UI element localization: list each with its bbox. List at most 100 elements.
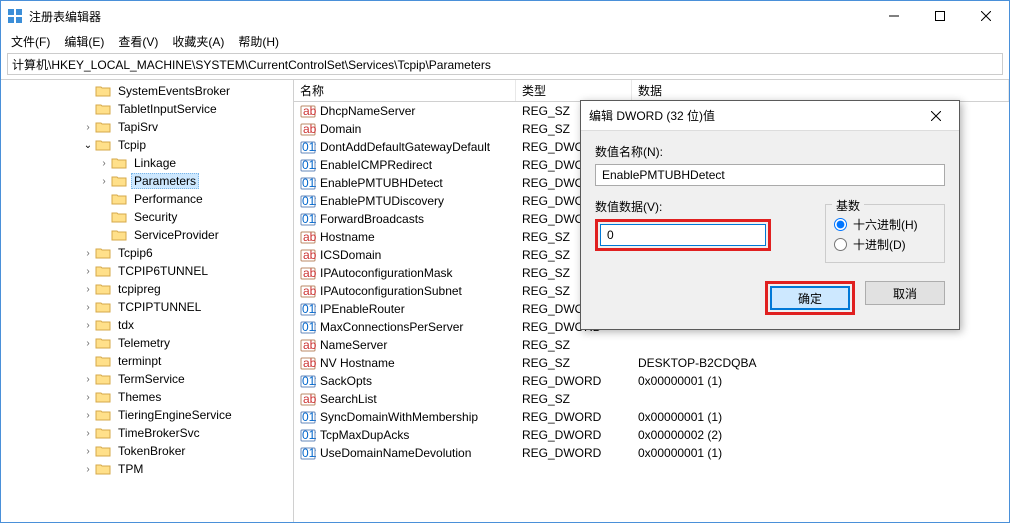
minimize-button[interactable]: [871, 1, 917, 31]
col-header-name[interactable]: 名称: [294, 80, 516, 101]
tree-node[interactable]: ServiceProvider: [1, 226, 293, 244]
svg-text:011: 011: [302, 374, 316, 388]
radio-hex-input[interactable]: [834, 218, 847, 231]
svg-text:ab: ab: [303, 338, 316, 352]
svg-text:ab: ab: [303, 248, 316, 262]
value-name: TcpMaxDupAcks: [320, 428, 409, 442]
tree-node[interactable]: › TCPIP6TUNNEL: [1, 262, 293, 280]
tree-node[interactable]: › TapiSrv: [1, 118, 293, 136]
table-row[interactable]: 011SyncDomainWithMembershipREG_DWORD0x00…: [294, 408, 1009, 426]
tree-node[interactable]: › TokenBroker: [1, 442, 293, 460]
table-row[interactable]: abSearchListREG_SZ: [294, 390, 1009, 408]
tree-node[interactable]: › TPM: [1, 460, 293, 478]
cancel-button[interactable]: 取消: [865, 281, 945, 305]
dialog-close-button[interactable]: [921, 101, 951, 131]
tree-label[interactable]: TieringEngineService: [115, 407, 235, 423]
ok-button[interactable]: 确定: [770, 286, 850, 310]
address-bar[interactable]: 计算机\HKEY_LOCAL_MACHINE\SYSTEM\CurrentCon…: [7, 53, 1003, 75]
menu-file[interactable]: 文件(F): [5, 31, 56, 52]
titlebar[interactable]: 注册表编辑器: [1, 1, 1009, 31]
tree-label[interactable]: TabletInputService: [115, 101, 220, 117]
tree-node[interactable]: ⌄ Tcpip: [1, 136, 293, 154]
radio-hex[interactable]: 十六进制(H): [834, 216, 936, 233]
chevron-right-icon[interactable]: ›: [81, 428, 95, 439]
tree-node[interactable]: › Linkage: [1, 154, 293, 172]
tree-label[interactable]: Performance: [131, 191, 206, 207]
tree-node[interactable]: › TermService: [1, 370, 293, 388]
tree-label[interactable]: TPM: [115, 461, 146, 477]
menu-edit[interactable]: 编辑(E): [58, 31, 110, 52]
tree-label[interactable]: tcpipreg: [115, 281, 164, 297]
chevron-right-icon[interactable]: ›: [81, 284, 95, 295]
col-header-type[interactable]: 类型: [516, 80, 632, 101]
tree-node[interactable]: › tdx: [1, 316, 293, 334]
table-row[interactable]: abNameServerREG_SZ: [294, 336, 1009, 354]
tree-label[interactable]: ServiceProvider: [131, 227, 222, 243]
tree-label[interactable]: SystemEventsBroker: [115, 83, 233, 99]
chevron-right-icon[interactable]: ›: [81, 320, 95, 331]
chevron-right-icon[interactable]: ›: [81, 410, 95, 421]
tree-label[interactable]: Linkage: [131, 155, 179, 171]
chevron-right-icon[interactable]: ›: [81, 266, 95, 277]
tree-node[interactable]: › Telemetry: [1, 334, 293, 352]
menu-view[interactable]: 查看(V): [112, 31, 164, 52]
tree-node[interactable]: Security: [1, 208, 293, 226]
table-row[interactable]: 011SackOptsREG_DWORD0x00000001 (1): [294, 372, 1009, 390]
tree-label[interactable]: terminpt: [115, 353, 164, 369]
tree-node[interactable]: › TieringEngineService: [1, 406, 293, 424]
chevron-right-icon[interactable]: ›: [81, 374, 95, 385]
tree-label[interactable]: Parameters: [131, 173, 199, 189]
tree-node[interactable]: SystemEventsBroker: [1, 82, 293, 100]
table-row[interactable]: abNV HostnameREG_SZDESKTOP-B2CDQBA: [294, 354, 1009, 372]
tree-pane[interactable]: SystemEventsBroker TabletInputService › Tap…: [1, 80, 294, 522]
tree-label[interactable]: Themes: [115, 389, 164, 405]
radio-dec[interactable]: 十进制(D): [834, 236, 936, 253]
cell-data: 0x00000001 (1): [632, 374, 1009, 388]
cell-name: abNameServer: [294, 337, 516, 353]
tree-node[interactable]: TabletInputService: [1, 100, 293, 118]
dword-value-icon: 011: [300, 373, 316, 389]
tree-node[interactable]: › Themes: [1, 388, 293, 406]
menu-favorites[interactable]: 收藏夹(A): [166, 31, 230, 52]
tree-label[interactable]: tdx: [115, 317, 137, 333]
tree-label[interactable]: TokenBroker: [115, 443, 188, 459]
menu-help[interactable]: 帮助(H): [232, 31, 285, 52]
tree-label[interactable]: Tcpip: [115, 137, 149, 153]
cell-data: 0x00000002 (2): [632, 428, 1009, 442]
dialog-titlebar[interactable]: 编辑 DWORD (32 位)值: [581, 101, 959, 131]
tree-label[interactable]: TCPIP6TUNNEL: [115, 263, 211, 279]
tree-node[interactable]: › TCPIPTUNNEL: [1, 298, 293, 316]
chevron-right-icon[interactable]: ›: [81, 302, 95, 313]
table-row[interactable]: 011UseDomainNameDevolutionREG_DWORD0x000…: [294, 444, 1009, 462]
table-row[interactable]: 011TcpMaxDupAcksREG_DWORD0x00000002 (2): [294, 426, 1009, 444]
tree-label[interactable]: Tcpip6: [115, 245, 156, 261]
tree-label[interactable]: TapiSrv: [115, 119, 161, 135]
col-header-data[interactable]: 数据: [632, 80, 1009, 101]
radio-dec-input[interactable]: [834, 238, 847, 251]
chevron-right-icon[interactable]: ›: [97, 158, 111, 169]
tree-node[interactable]: › Tcpip6: [1, 244, 293, 262]
chevron-right-icon[interactable]: ›: [81, 464, 95, 475]
tree-node[interactable]: terminpt: [1, 352, 293, 370]
tree-label[interactable]: Telemetry: [115, 335, 173, 351]
chevron-right-icon[interactable]: ›: [81, 392, 95, 403]
chevron-right-icon[interactable]: ›: [81, 248, 95, 259]
tree-node[interactable]: › tcpipreg: [1, 280, 293, 298]
tree-label[interactable]: TimeBrokerSvc: [115, 425, 203, 441]
tree-node[interactable]: › TimeBrokerSvc: [1, 424, 293, 442]
tree-label[interactable]: Security: [131, 209, 180, 225]
value-name-field[interactable]: [595, 164, 945, 186]
chevron-right-icon[interactable]: ›: [81, 338, 95, 349]
close-button[interactable]: [963, 1, 1009, 31]
chevron-right-icon[interactable]: ›: [97, 176, 111, 187]
chevron-down-icon[interactable]: ⌄: [81, 140, 95, 151]
chevron-right-icon[interactable]: ›: [81, 446, 95, 457]
tree-node[interactable]: › Parameters: [1, 172, 293, 190]
tree-node[interactable]: Performance: [1, 190, 293, 208]
tree-label[interactable]: TCPIPTUNNEL: [115, 299, 204, 315]
maximize-button[interactable]: [917, 1, 963, 31]
value-data-field[interactable]: [600, 224, 766, 246]
chevron-right-icon[interactable]: ›: [81, 122, 95, 133]
dialog-buttons: 确定 取消: [595, 281, 945, 315]
tree-label[interactable]: TermService: [115, 371, 188, 387]
